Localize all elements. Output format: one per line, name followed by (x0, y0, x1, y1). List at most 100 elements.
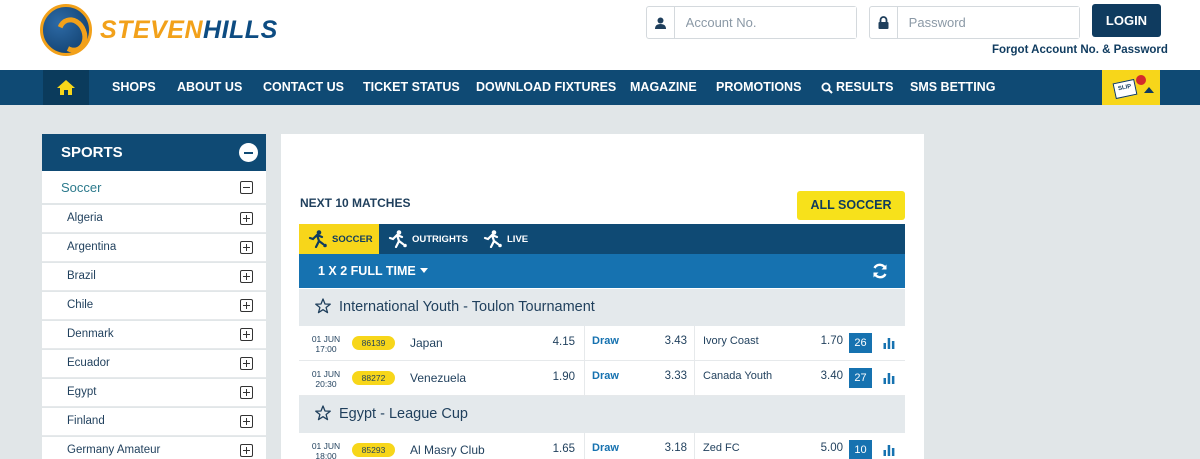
tab-outrights[interactable]: OUTRIGHTS (379, 224, 474, 254)
away-odd[interactable]: 5.00 (807, 442, 843, 454)
password-input[interactable] (897, 7, 1079, 38)
sidebar-item-country[interactable]: Egypt (42, 379, 266, 407)
sports-title: SPORTS (61, 144, 123, 161)
divider (584, 326, 585, 360)
nav-results[interactable]: RESULTS (821, 70, 893, 105)
away-team[interactable]: Zed FC (703, 442, 740, 454)
nav-promotions[interactable]: PROMOTIONS (716, 70, 801, 105)
expand-icon[interactable] (240, 386, 253, 399)
match-code-badge: 86139 (352, 336, 395, 350)
expand-icon[interactable] (240, 328, 253, 341)
more-markets-button[interactable]: 27 (849, 368, 872, 388)
soccer-player-icon (388, 230, 407, 248)
header: STEVENHILLS LOGIN Forgot Account No. & P… (0, 0, 1200, 70)
sports-header[interactable]: SPORTS (42, 134, 266, 171)
sidebar-item-country[interactable]: Algeria (42, 205, 266, 233)
draw-odd[interactable]: 3.18 (649, 442, 687, 454)
stats-icon[interactable] (883, 371, 895, 389)
star-icon[interactable] (315, 405, 331, 426)
match-code-badge: 88272 (352, 371, 395, 385)
search-icon (821, 82, 833, 94)
expand-icon[interactable] (240, 415, 253, 428)
bet-slip-button[interactable]: SLIP (1102, 70, 1160, 105)
divider (694, 361, 695, 395)
away-team[interactable]: Canada Youth (703, 370, 772, 382)
nav-ticket-status[interactable]: TICKET STATUS (363, 70, 460, 105)
match-time: 18:00 (315, 451, 337, 459)
tab-live-label: LIVE (507, 233, 529, 245)
sidebar-item-country[interactable]: Germany Amateur (42, 437, 266, 459)
nav-contact-us[interactable]: CONTACT US (263, 70, 344, 105)
draw-label[interactable]: Draw (592, 370, 619, 382)
sidebar-item-label: Egypt (67, 386, 97, 398)
home-odd[interactable]: 4.15 (539, 336, 575, 348)
match-date: 01 JUN (311, 369, 341, 379)
login-button[interactable]: LOGIN (1092, 4, 1161, 37)
sidebar-item-country[interactable]: Argentina (42, 234, 266, 262)
sidebar-item-soccer[interactable]: Soccer (42, 171, 266, 204)
draw-label[interactable]: Draw (592, 335, 619, 347)
home-odd[interactable]: 1.65 (539, 443, 575, 455)
match-datetime: 01 JUN 18:00 (311, 441, 341, 459)
nav-shops[interactable]: SHOPS (112, 70, 156, 105)
league-header[interactable]: International Youth - Toulon Tournament (299, 289, 905, 326)
divider (584, 361, 585, 395)
draw-odd[interactable]: 3.43 (649, 335, 687, 347)
more-markets-button[interactable]: 10 (849, 440, 872, 459)
collapse-icon[interactable] (239, 143, 258, 162)
stats-icon[interactable] (883, 443, 895, 459)
nav-sms-betting[interactable]: SMS BETTING (910, 70, 995, 105)
away-odd[interactable]: 3.40 (807, 370, 843, 382)
sidebar-item-country[interactable]: Denmark (42, 321, 266, 349)
account-input[interactable] (674, 7, 856, 38)
sidebar-item-label: Ecuador (67, 357, 110, 369)
home-team[interactable]: Japan (410, 336, 443, 350)
star-icon[interactable] (315, 298, 331, 319)
home-team[interactable]: Venezuela (410, 371, 466, 385)
home-odd[interactable]: 1.90 (539, 371, 575, 383)
home-button[interactable] (43, 70, 89, 105)
sidebar-item-country[interactable]: Finland (42, 408, 266, 436)
draw-label[interactable]: Draw (592, 442, 619, 454)
sidebar-item-country[interactable]: Brazil (42, 263, 266, 291)
league-name: International Youth - Toulon Tournament (339, 299, 595, 315)
collapse-icon[interactable] (240, 181, 253, 194)
expand-icon[interactable] (240, 212, 253, 225)
logo[interactable]: STEVENHILLS (40, 4, 278, 56)
expand-icon[interactable] (240, 270, 253, 283)
market-select[interactable]: 1 X 2 FULL TIME (318, 264, 428, 278)
more-markets-button[interactable]: 26 (849, 333, 872, 353)
match-row: 01 JUN 18:00 85293 Al Masry Club 1.65 Draw 3.1… (299, 433, 905, 459)
nav-about-us[interactable]: ABOUT US (177, 70, 242, 105)
lock-icon (870, 7, 898, 38)
league-name: Egypt - League Cup (339, 406, 468, 422)
sidebar-item-country[interactable]: Chile (42, 292, 266, 320)
soccer-player-icon (483, 230, 502, 248)
nav-download-fixtures[interactable]: DOWNLOAD FIXTURES (476, 70, 616, 105)
stats-icon[interactable] (883, 336, 895, 354)
all-soccer-button[interactable]: ALL SOCCER (797, 191, 905, 220)
match-time: 17:00 (315, 344, 337, 354)
away-team[interactable]: Ivory Coast (703, 335, 759, 347)
tab-soccer[interactable]: SOCCER (299, 224, 379, 254)
soccer-player-icon (308, 230, 327, 248)
expand-icon[interactable] (240, 357, 253, 370)
expand-icon[interactable] (240, 241, 253, 254)
away-odd[interactable]: 1.70 (807, 335, 843, 347)
home-team[interactable]: Al Masry Club (410, 443, 485, 457)
match-date: 01 JUN (311, 441, 341, 451)
logo-text: STEVENHILLS (100, 15, 278, 44)
tab-soccer-label: SOCCER (332, 233, 373, 245)
tab-live[interactable]: LIVE (474, 224, 544, 254)
expand-icon[interactable] (240, 444, 253, 457)
draw-odd[interactable]: 3.33 (649, 370, 687, 382)
sidebar-item-label: Algeria (67, 212, 103, 224)
match-time: 20:30 (315, 379, 337, 389)
league-header[interactable]: Egypt - League Cup (299, 396, 905, 433)
refresh-icon[interactable] (872, 263, 888, 279)
divider (694, 433, 695, 459)
forgot-link[interactable]: Forgot Account No. & Password (992, 44, 1168, 56)
nav-magazine[interactable]: MAGAZINE (630, 70, 697, 105)
sidebar-item-country[interactable]: Ecuador (42, 350, 266, 378)
expand-icon[interactable] (240, 299, 253, 312)
